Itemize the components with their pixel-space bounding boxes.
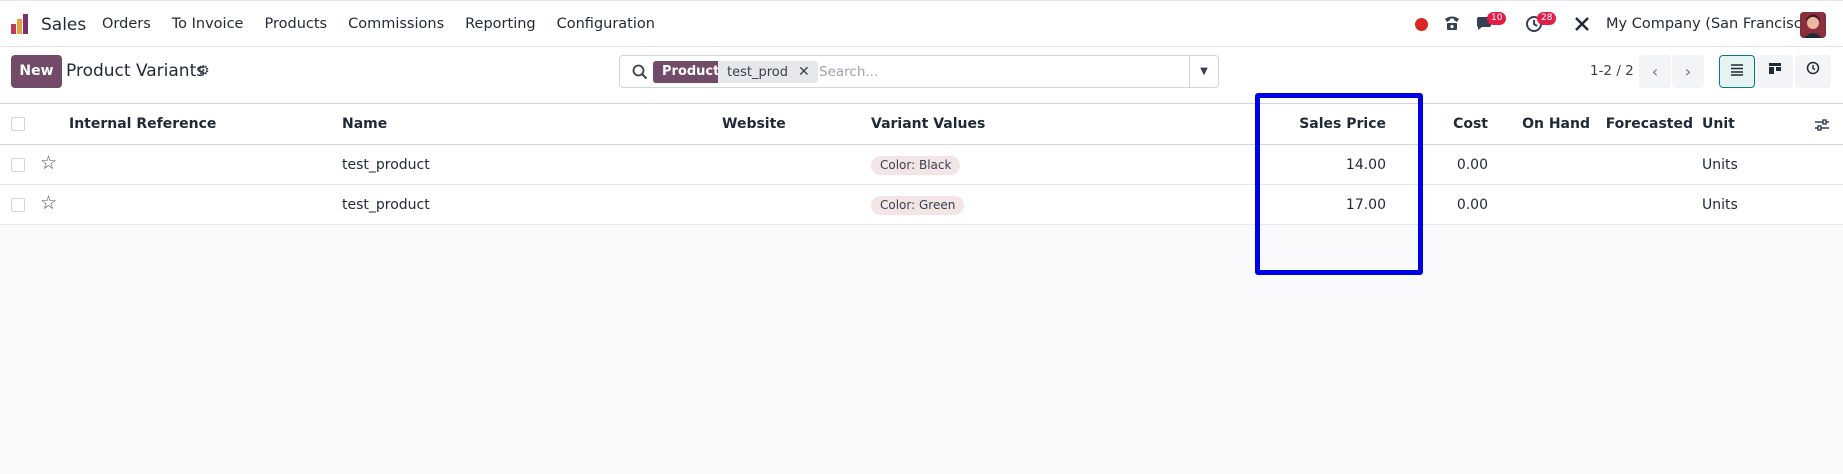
menu-configuration[interactable]: Configuration	[557, 16, 655, 32]
col-on-hand[interactable]: On Hand	[1510, 104, 1590, 144]
row-unit: Units	[1702, 157, 1738, 173]
table-row[interactable]: ☆ test_product Color: Black 14.00 0.00 U…	[0, 145, 1843, 185]
variant-tag: Color: Black	[871, 155, 961, 175]
row-checkbox[interactable]	[11, 158, 25, 172]
pager-value[interactable]: 1-2 / 2	[1590, 63, 1634, 79]
kanban-view-icon	[1769, 63, 1781, 74]
menu-orders[interactable]: Orders	[102, 16, 151, 32]
page-title: Product Variants	[66, 61, 206, 81]
sales-app-icon[interactable]	[10, 13, 32, 35]
list-view-icon	[1731, 64, 1743, 76]
col-forecasted[interactable]: Forecasted	[1600, 104, 1693, 144]
table-header: Internal Reference Name Website Variant …	[0, 104, 1843, 145]
recording-indicator-icon[interactable]	[1415, 18, 1428, 31]
col-name[interactable]: Name	[342, 104, 387, 144]
activity-view-icon	[1806, 61, 1820, 75]
row-sales-price: 14.00	[1345, 157, 1386, 173]
col-cost[interactable]: Cost	[1420, 104, 1488, 144]
optional-columns-icon[interactable]	[1814, 117, 1830, 133]
row-name: test_product	[342, 157, 430, 173]
debug-tools-icon[interactable]	[1574, 16, 1590, 32]
menu-commissions[interactable]: Commissions	[348, 16, 444, 32]
favorite-star-icon[interactable]: ☆	[40, 154, 57, 173]
activities-badge: 28	[1537, 12, 1557, 25]
kanban-view-button[interactable]	[1757, 55, 1793, 88]
top-navbar: Sales Orders To Invoice Products Commiss…	[0, 0, 1843, 47]
user-avatar[interactable]	[1800, 12, 1826, 38]
favorite-star-icon[interactable]: ☆	[40, 194, 57, 213]
select-all-checkbox[interactable]	[11, 117, 25, 131]
row-sales-price: 17.00	[1345, 197, 1386, 213]
col-sales-price[interactable]: Sales Price	[1260, 104, 1386, 144]
col-website[interactable]: Website	[722, 104, 786, 144]
col-unit[interactable]: Unit	[1702, 104, 1735, 144]
facet-value-text: test_prod	[727, 65, 788, 80]
pager-next-button[interactable]: ›	[1672, 55, 1704, 88]
row-cost: 0.00	[1456, 197, 1488, 213]
messages-badge: 10	[1487, 12, 1507, 25]
search-bar: Product test_prod✕ ▼	[619, 55, 1219, 88]
pager-previous-button[interactable]: ‹	[1639, 55, 1671, 88]
phone-icon[interactable]	[1443, 14, 1461, 32]
main-menu: Orders To Invoice Products Commissions R…	[102, 16, 676, 32]
activity-view-button[interactable]	[1795, 55, 1831, 88]
col-variant-values[interactable]: Variant Values	[871, 104, 985, 144]
table-row[interactable]: ☆ test_product Color: Green 17.00 0.00 U…	[0, 185, 1843, 225]
company-switcher[interactable]: My Company (San Francisco)	[1606, 16, 1816, 32]
search-options-toggle[interactable]: ▼	[1189, 56, 1218, 87]
row-name: test_product	[342, 197, 430, 213]
search-facet-value: test_prod ✕	[718, 61, 818, 83]
row-cost: 0.00	[1456, 157, 1488, 173]
menu-products[interactable]: Products	[264, 16, 327, 32]
menu-to-invoice[interactable]: To Invoice	[172, 16, 244, 32]
row-variant-values: Color: Black	[871, 145, 961, 184]
row-variant-values: Color: Green	[871, 185, 965, 224]
control-panel: New Product Variants ⚙ Product test_prod…	[0, 47, 1843, 104]
row-unit: Units	[1702, 197, 1738, 213]
new-button[interactable]: New	[11, 55, 62, 88]
menu-reporting[interactable]: Reporting	[465, 16, 536, 32]
product-variants-table: Internal Reference Name Website Variant …	[0, 104, 1843, 225]
col-internal-reference[interactable]: Internal Reference	[69, 104, 216, 144]
search-input[interactable]	[819, 62, 1179, 82]
search-icon	[632, 64, 648, 80]
app-name[interactable]: Sales	[41, 15, 86, 35]
list-view-button[interactable]	[1719, 55, 1755, 88]
variant-tag: Color: Green	[871, 195, 965, 215]
remove-facet-icon[interactable]: ✕	[798, 64, 810, 80]
row-checkbox[interactable]	[11, 198, 25, 212]
gear-icon[interactable]: ⚙	[197, 63, 210, 79]
